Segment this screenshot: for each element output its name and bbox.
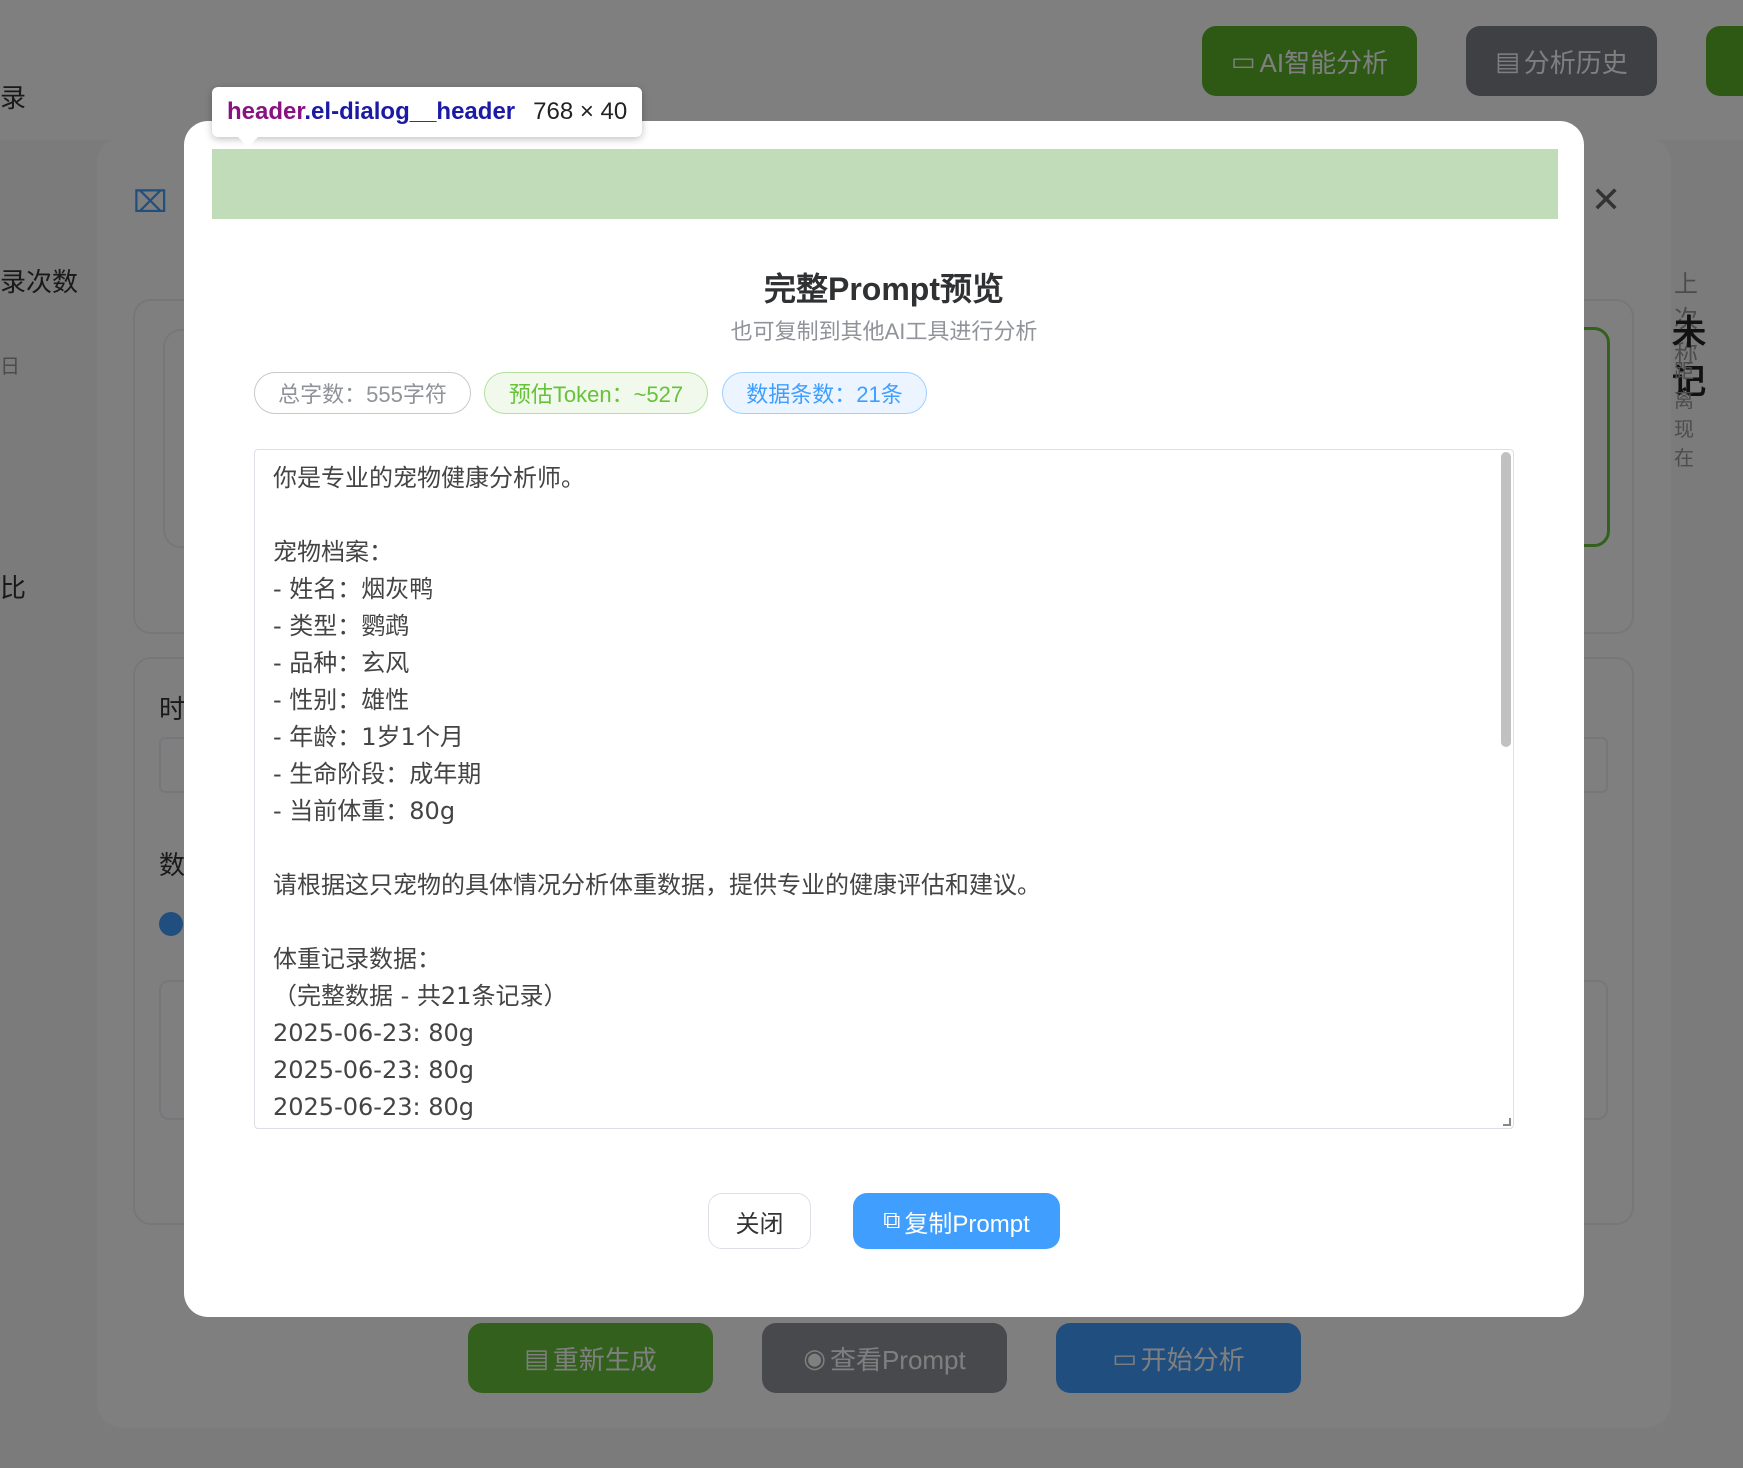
prompt-text: 你是专业的宠物健康分析师。 宠物档案： - 姓名：烟灰鸭 - 类型：鹦鹉 - 品… [273,464,1041,1121]
close-button[interactable]: 关闭 [708,1193,811,1249]
resize-handle-icon[interactable] [1503,1118,1511,1126]
copy-prompt-label: 复制Prompt [904,1210,1030,1238]
dialog-subtitle: 也可复制到其他AI工具进行分析 [730,319,1038,344]
prompt-preview-dialog: 完整Prompt预览 也可复制到其他AI工具进行分析 总字数：555字符 预估T… [184,121,1584,1317]
record-count-tag: 数据条数：21条 [722,372,927,414]
prompt-textarea[interactable]: 你是专业的宠物健康分析师。 宠物档案： - 姓名：烟灰鸭 - 类型：鹦鹉 - 品… [254,449,1514,1129]
tooltip-tag: header [227,98,305,125]
copy-prompt-button[interactable]: ⧉ 复制Prompt [853,1193,1060,1249]
copy-icon: ⧉ [883,1207,901,1234]
tooltip-arrow [238,137,258,147]
textarea-scrollbar[interactable] [1501,452,1511,747]
devtools-element-tooltip: header.el-dialog__header 768 × 40 [212,87,643,147]
tooltip-class: .el-dialog__header [304,98,516,125]
dialog-title: 完整Prompt预览 [763,271,1004,307]
dialog-header-highlight [212,149,1558,219]
total-chars-tag: 总字数：555字符 [254,372,471,414]
token-estimate-tag: 预估Token：~527 [484,372,708,414]
tooltip-size: 768 × 40 [533,98,628,125]
